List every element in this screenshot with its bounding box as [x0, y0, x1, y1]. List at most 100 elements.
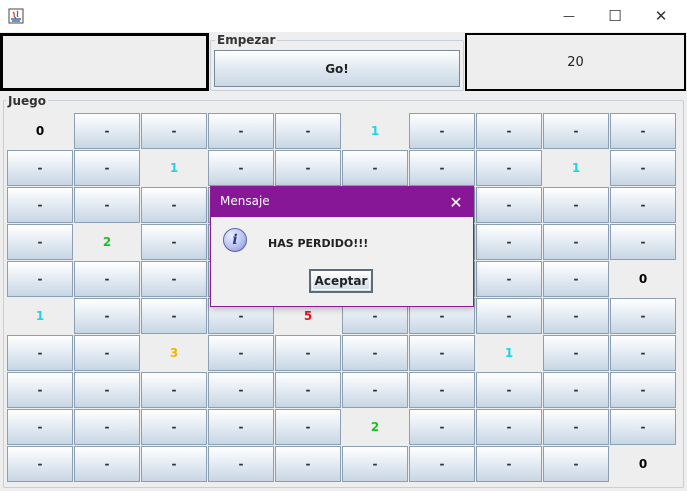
cell-button[interactable]: - — [543, 446, 609, 482]
revealed-cell: 0 — [7, 113, 73, 149]
cell-button[interactable]: - — [74, 372, 140, 408]
cell-button[interactable]: - — [74, 261, 140, 297]
cell-button[interactable]: - — [208, 409, 274, 445]
cell-button[interactable]: - — [476, 372, 542, 408]
cell-button[interactable]: - — [141, 113, 207, 149]
revealed-cell: 1 — [476, 335, 542, 371]
cell-button[interactable]: - — [476, 446, 542, 482]
cell-button[interactable]: - — [610, 113, 676, 149]
window-titlebar: — ☐ ✕ — [0, 0, 687, 32]
minimize-icon: — — [563, 9, 575, 23]
cell-button[interactable]: - — [409, 150, 475, 186]
cell-button[interactable]: - — [610, 150, 676, 186]
cell-button[interactable]: - — [342, 446, 408, 482]
go-button[interactable]: Go! — [214, 50, 460, 87]
cell-button[interactable]: - — [543, 409, 609, 445]
cell-button[interactable]: - — [476, 261, 542, 297]
cell-button[interactable]: - — [7, 261, 73, 297]
cell-button[interactable]: - — [610, 372, 676, 408]
message-dialog: Mensaje ✕ i HAS PERDIDO!!! Aceptar — [210, 186, 474, 307]
cell-button[interactable]: - — [610, 224, 676, 260]
cell-button[interactable]: - — [141, 372, 207, 408]
revealed-cell: 0 — [610, 446, 676, 482]
cell-button[interactable]: - — [7, 409, 73, 445]
cell-button[interactable]: - — [208, 335, 274, 371]
cell-button[interactable]: - — [543, 224, 609, 260]
cell-button[interactable]: - — [476, 224, 542, 260]
info-icon-glyph: i — [232, 232, 238, 248]
cell-button[interactable]: - — [476, 150, 542, 186]
empezar-group-label: Empezar — [215, 33, 278, 47]
cell-button[interactable]: - — [476, 409, 542, 445]
cell-button[interactable]: - — [74, 150, 140, 186]
right-display-value: 20 — [567, 54, 584, 70]
cell-button[interactable]: - — [74, 113, 140, 149]
revealed-cell: 3 — [141, 335, 207, 371]
cell-button[interactable]: - — [208, 372, 274, 408]
left-display-panel — [0, 33, 209, 91]
cell-button[interactable]: - — [610, 409, 676, 445]
cell-button[interactable]: - — [7, 335, 73, 371]
cell-button[interactable]: - — [610, 187, 676, 223]
cell-button[interactable]: - — [7, 187, 73, 223]
close-icon: ✕ — [654, 7, 668, 25]
cell-button[interactable]: - — [409, 446, 475, 482]
cell-button[interactable]: - — [7, 372, 73, 408]
cell-button[interactable]: - — [141, 224, 207, 260]
cell-button[interactable]: - — [74, 446, 140, 482]
cell-button[interactable]: - — [275, 372, 341, 408]
close-button[interactable]: ✕ — [638, 0, 684, 32]
cell-button[interactable]: - — [74, 187, 140, 223]
cell-button[interactable]: - — [141, 409, 207, 445]
cell-button[interactable]: - — [74, 335, 140, 371]
cell-button[interactable]: - — [141, 187, 207, 223]
cell-button[interactable]: - — [543, 261, 609, 297]
cell-button[interactable]: - — [141, 261, 207, 297]
cell-button[interactable]: - — [543, 113, 609, 149]
cell-button[interactable]: - — [543, 187, 609, 223]
java-app-icon — [8, 8, 24, 24]
cell-button[interactable]: - — [208, 150, 274, 186]
cell-button[interactable]: - — [409, 335, 475, 371]
cell-button[interactable]: - — [342, 150, 408, 186]
minimize-button[interactable]: — — [546, 0, 592, 32]
right-display-panel: 20 — [465, 33, 686, 91]
cell-button[interactable]: - — [409, 372, 475, 408]
cell-button[interactable]: - — [275, 113, 341, 149]
cell-button[interactable]: - — [275, 335, 341, 371]
cell-button[interactable]: - — [74, 298, 140, 334]
cell-button[interactable]: - — [409, 409, 475, 445]
cell-button[interactable]: - — [476, 113, 542, 149]
cell-button[interactable]: - — [208, 113, 274, 149]
info-icon: i — [223, 228, 247, 252]
cell-button[interactable]: - — [543, 372, 609, 408]
revealed-cell: 1 — [543, 150, 609, 186]
cell-button[interactable]: - — [7, 224, 73, 260]
cell-button[interactable]: - — [275, 409, 341, 445]
cell-button[interactable]: - — [476, 187, 542, 223]
cell-button[interactable]: - — [476, 298, 542, 334]
cell-button[interactable]: - — [275, 446, 341, 482]
cell-button[interactable]: - — [409, 113, 475, 149]
cell-button[interactable]: - — [543, 335, 609, 371]
revealed-cell: 2 — [74, 224, 140, 260]
dialog-close-icon[interactable]: ✕ — [445, 191, 467, 213]
revealed-cell: 1 — [342, 113, 408, 149]
revealed-cell: 2 — [342, 409, 408, 445]
cell-button[interactable]: - — [7, 446, 73, 482]
cell-button[interactable]: - — [342, 335, 408, 371]
aceptar-button[interactable]: Aceptar — [309, 269, 373, 293]
cell-button[interactable]: - — [610, 298, 676, 334]
cell-button[interactable]: - — [141, 298, 207, 334]
cell-button[interactable]: - — [610, 335, 676, 371]
cell-button[interactable]: - — [74, 409, 140, 445]
juego-group-label: Juego — [6, 94, 48, 108]
cell-button[interactable]: - — [543, 298, 609, 334]
dialog-titlebar: Mensaje ✕ — [211, 187, 473, 217]
maximize-button[interactable]: ☐ — [592, 0, 638, 32]
cell-button[interactable]: - — [208, 446, 274, 482]
cell-button[interactable]: - — [342, 372, 408, 408]
cell-button[interactable]: - — [275, 150, 341, 186]
cell-button[interactable]: - — [141, 446, 207, 482]
cell-button[interactable]: - — [7, 150, 73, 186]
